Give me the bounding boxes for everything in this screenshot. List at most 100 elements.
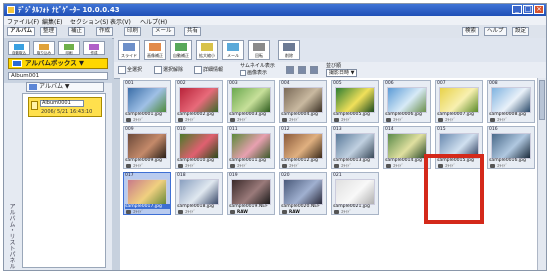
thumbnail-number: 002 <box>177 81 186 86</box>
album-box-button[interactable]: アルバムボックス ▼ <box>8 58 108 69</box>
thumbnail-cell[interactable]: 019 sample0019.NEF RAW <box>227 172 275 215</box>
info-button[interactable]: 詳細情報 <box>194 65 223 75</box>
thumbnail-cell[interactable]: 005 sample0005.jpg ｽﾗｲﾄﾞ <box>331 80 379 123</box>
album-list-area: アルバム・リストパネル アルバム ▼ Album0001 2006/ 5/21 … <box>4 82 112 270</box>
thumbnail-tag: ｽﾗｲﾄﾞ <box>341 209 352 214</box>
app-icon <box>7 6 15 14</box>
tab-correct[interactable]: 補正 <box>68 27 86 36</box>
tab-share[interactable]: 共有 <box>184 27 202 36</box>
mail-label: メール <box>227 53 239 58</box>
view-small-button[interactable] <box>298 65 307 75</box>
thumbnail-cell[interactable]: 002 sample0002.jpg ｽﾗｲﾄﾞ <box>175 80 223 123</box>
thumbnail-tag: ｽﾗｲﾄﾞ <box>133 117 144 122</box>
thumbnail-number: 004 <box>281 81 290 86</box>
thumbnail-image <box>335 133 375 159</box>
tool-toolbar: スライド 画像補正 自動補正 拡大縮小 メール 回転 削除 <box>114 38 546 62</box>
tab-album[interactable]: アルバム <box>7 27 35 36</box>
sort-select[interactable]: 撮影日時 ▼ <box>326 69 358 77</box>
tab-mail[interactable]: メール <box>152 27 175 36</box>
thumbnail-cell[interactable]: 008 sample0008.jpg ｽﾗｲﾄﾞ <box>487 80 535 123</box>
thumbnail-cell[interactable]: 004 sample0004.jpg ｽﾗｲﾄﾞ <box>279 80 327 123</box>
scrollbar-thumb[interactable] <box>539 80 545 120</box>
view-large-button[interactable] <box>286 65 295 75</box>
thumbnail-image <box>387 133 427 159</box>
create-button[interactable]: 作成 <box>83 41 105 55</box>
tab-help[interactable]: ヘルプ <box>484 27 507 36</box>
auto-import-button[interactable]: 自動取込 <box>8 41 30 55</box>
slide-button[interactable]: スライド <box>118 40 140 60</box>
left-panel: 自動取込 取り込み 印刷 作成 アルバムボックス ▼ Album001 アルバム… <box>4 38 112 270</box>
album-header-button[interactable]: アルバム ▼ <box>26 82 104 92</box>
section-tabs: アルバム 整理 補正 作成 印刷 メール 共有 検索 ヘルプ 設定 <box>4 25 546 39</box>
album-header-label: アルバム <box>39 83 63 90</box>
thumbnail-tag: ｽﾗｲﾄﾞ <box>237 163 248 168</box>
maximize-button[interactable]: □ <box>523 5 533 14</box>
large-view-icon <box>286 65 294 74</box>
small-view-icon <box>298 65 306 74</box>
thumbnail-image <box>335 179 375 205</box>
import-button[interactable]: 取り込み <box>33 41 55 55</box>
album-item[interactable]: Album0001 2006/ 5/21 16:43:10 <box>28 97 102 117</box>
tab-create[interactable]: 作成 <box>96 27 114 36</box>
sort-value: 撮影日時 <box>329 70 350 76</box>
camera-icon <box>230 118 235 122</box>
tab-organize[interactable]: 整理 <box>40 27 58 36</box>
select-all-button[interactable]: 全選択 <box>118 65 142 75</box>
close-button[interactable]: × <box>534 5 544 14</box>
tab-search[interactable]: 検索 <box>462 27 480 36</box>
camera-icon <box>178 210 183 214</box>
thumbnail-cell[interactable]: 021 sample0021.jpg ｽﾗｲﾄﾞ <box>331 172 379 215</box>
select-clear-icon <box>154 65 162 74</box>
rotate-button[interactable]: 回転 <box>248 40 270 60</box>
checkbox-icon <box>240 69 246 76</box>
thumb-checkbox-label: 画像表示 <box>247 70 268 76</box>
minimize-button[interactable]: _ <box>512 5 522 14</box>
delete-button[interactable]: 削除 <box>278 40 300 60</box>
thumbnail-cell[interactable]: 006 sample0006.jpg ｽﾗｲﾄﾞ <box>383 80 431 123</box>
thumbnail-cell[interactable]: 016 sample0016.jpg ｽﾗｲﾄﾞ <box>487 126 535 169</box>
thumbnail-cell[interactable]: 018 sample0018.jpg ｽﾗｲﾄﾞ <box>175 172 223 215</box>
thumbnail-number: 019 <box>229 173 238 178</box>
thumbnail-cell[interactable]: 013 sample0013.jpg ｽﾗｲﾄﾞ <box>331 126 379 169</box>
tab-settings[interactable]: 設定 <box>512 27 530 36</box>
create-icon <box>89 44 99 50</box>
printer-icon <box>64 44 74 50</box>
thumb-checkbox[interactable]: 画像表示 <box>240 69 267 77</box>
title-bar[interactable]: ﾃﾞｼﾞﾀﾙﾌｫﾄ ﾅﾋﾞｹﾞｰﾀｰ 10.0.0.43 _ □ × <box>4 4 546 16</box>
thumbnail-tag: ｽﾗｲﾄﾞ <box>289 117 300 122</box>
thumbnail-image <box>127 179 167 205</box>
thumbnail-cell[interactable]: 001 sample0001.jpg ｽﾗｲﾄﾞ <box>123 80 171 123</box>
thumbnail-cell[interactable]: 009 sample0009.jpg ｽﾗｲﾄﾞ <box>123 126 171 169</box>
thumbnail-cell[interactable]: 007 sample0007.jpg ｽﾗｲﾄﾞ <box>435 80 483 123</box>
camera-icon <box>230 210 235 214</box>
import-label: 取り込み <box>37 51 51 55</box>
thumbnail-cell[interactable]: 003 sample0003.jpg ｽﾗｲﾄﾞ <box>227 80 275 123</box>
thumbnail-cell[interactable]: 012 sample0012.jpg ｽﾗｲﾄﾞ <box>279 126 327 169</box>
camera-icon <box>490 118 495 122</box>
view-detail-button[interactable] <box>310 65 319 75</box>
thumbnail-tag: ｽﾗｲﾄﾞ <box>237 117 248 122</box>
detail-view-icon <box>310 65 318 74</box>
camera-icon <box>178 118 183 122</box>
mail-button[interactable]: メール <box>222 40 244 60</box>
thumbnail-cell[interactable]: 017 sample0017.jpg ｽﾗｲﾄﾞ <box>123 172 171 215</box>
resize-button[interactable]: 拡大縮小 <box>196 40 218 60</box>
thumbnail-cell[interactable]: 010 sample0010.jpg ｽﾗｲﾄﾞ <box>175 126 223 169</box>
folder-icon <box>39 44 49 50</box>
thumbnail-image <box>127 133 167 159</box>
thumbnail-image <box>335 87 375 113</box>
camera-icon <box>282 210 287 214</box>
image-correct-button[interactable]: 画像補正 <box>144 40 166 60</box>
tab-print[interactable]: 印刷 <box>124 27 142 36</box>
select-clear-button[interactable]: 選択解除 <box>154 65 183 75</box>
thumbnail-cell[interactable]: 020 sample0020.NEF RAW <box>279 172 327 215</box>
folder-select[interactable]: Album001 <box>8 72 108 80</box>
thumbnail-tag: ｽﾗｲﾄﾞ <box>393 117 404 122</box>
camera-icon <box>386 118 391 122</box>
thumbnail-cell[interactable]: 011 sample0011.jpg ｽﾗｲﾄﾞ <box>227 126 275 169</box>
grid-scrollbar[interactable] <box>537 78 546 270</box>
thumbnail-image <box>491 133 531 159</box>
print-button[interactable]: 印刷 <box>58 41 80 55</box>
select-all-icon <box>118 65 126 74</box>
auto-correct-button[interactable]: 自動補正 <box>170 40 192 60</box>
